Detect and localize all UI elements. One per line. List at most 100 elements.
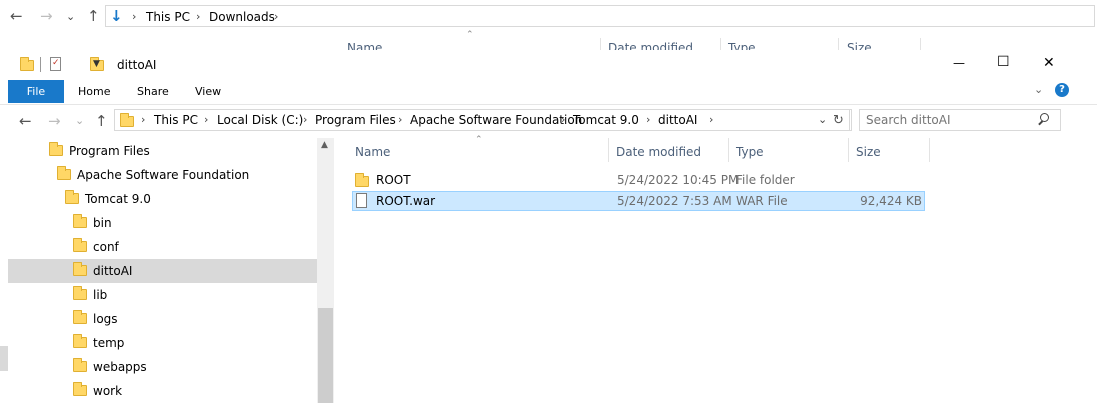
- tree-item-label: Apache Software Foundation: [77, 168, 250, 182]
- tree-item-logs[interactable]: logs: [0, 307, 317, 331]
- scrollbar-thumb[interactable]: [318, 308, 333, 403]
- tree-item-label: temp: [93, 336, 125, 350]
- back-arrow-icon[interactable]: ←: [10, 8, 23, 24]
- folder-icon: [73, 238, 87, 252]
- left-edge-marker: [0, 346, 8, 371]
- folder-icon: [73, 358, 87, 372]
- header-date-modified[interactable]: Date modified: [616, 145, 701, 159]
- tab-file-label: File: [26, 85, 46, 98]
- sort-indicator-icon: ⌃: [475, 135, 483, 145]
- breadcrumb-local-disk[interactable]: Local Disk (C:): [217, 113, 303, 127]
- bg-breadcrumb-this-pc[interactable]: This PC: [146, 10, 190, 24]
- help-icon[interactable]: ?: [1055, 83, 1069, 97]
- search-input[interactable]: [866, 112, 1036, 128]
- tab-file[interactable]: File: [8, 80, 64, 103]
- file-type: WAR File: [736, 194, 788, 208]
- back-arrow-icon[interactable]: ←: [19, 113, 32, 129]
- up-arrow-icon[interactable]: ↑: [87, 8, 100, 24]
- tab-home[interactable]: Home: [78, 85, 110, 98]
- header-type[interactable]: Type: [736, 145, 764, 159]
- tab-share[interactable]: Share: [137, 85, 169, 98]
- bg-header-type[interactable]: Type: [728, 41, 756, 50]
- tree-item-label: lib: [93, 288, 108, 302]
- breadcrumb-this-pc[interactable]: This PC: [154, 113, 198, 127]
- tree-item-label: webapps: [93, 360, 147, 374]
- folder-icon: [73, 382, 87, 396]
- breadcrumb-tomcat[interactable]: Tomcat 9.0: [573, 113, 639, 127]
- chevron-right-icon: ›: [132, 10, 137, 23]
- bg-breadcrumb-downloads[interactable]: Downloads: [209, 10, 275, 24]
- search-box[interactable]: [859, 109, 1061, 131]
- divider: [40, 57, 41, 72]
- chevron-right-icon: ›: [709, 113, 714, 126]
- chevron-right-icon: ›: [398, 113, 403, 126]
- tree-item-bin[interactable]: bin: [0, 211, 317, 235]
- file-date: 5/24/2022 10:45 PM: [617, 173, 739, 187]
- tree-item-work[interactable]: work: [0, 379, 317, 403]
- background-window: ← → ⌄ ↑ ↓ › This PC › Downloads › ⌃ Name…: [0, 0, 1097, 50]
- file-row-root-war[interactable]: ROOT.war 5/24/2022 7:53 AM WAR File 92,4…: [352, 191, 925, 211]
- recent-locations-icon[interactable]: ⌄: [66, 10, 75, 23]
- refresh-button[interactable]: ↻: [828, 109, 850, 131]
- bg-address-bar[interactable]: ↓ › This PC › Downloads ›: [105, 5, 1095, 27]
- tree-item-label: Program Files: [69, 144, 150, 158]
- address-bar[interactable]: › This PC › Local Disk (C:) › Program Fi…: [114, 109, 852, 131]
- tree-item-lib[interactable]: lib: [0, 283, 317, 307]
- header-name[interactable]: Name: [355, 145, 390, 159]
- refresh-icon: ↻: [833, 113, 844, 128]
- tree-item-program-files[interactable]: Program Files: [0, 139, 317, 163]
- folder-icon: [120, 113, 134, 127]
- file-row-root[interactable]: ROOT 5/24/2022 10:45 PM File folder: [352, 170, 925, 190]
- minimize-button[interactable]: —: [953, 56, 965, 70]
- tree-item-webapps[interactable]: webapps: [0, 355, 317, 379]
- folder-icon: [57, 166, 71, 180]
- folder-icon: [73, 286, 87, 300]
- tree-item-label: work: [93, 384, 123, 398]
- tree-item-label: bin: [93, 216, 112, 230]
- folder-icon: [20, 57, 34, 71]
- folder-icon: [73, 214, 87, 228]
- tree-item-label: Tomcat 9.0: [85, 192, 151, 206]
- file-icon: [356, 193, 367, 208]
- close-button[interactable]: ✕: [1043, 55, 1055, 71]
- tab-view[interactable]: View: [195, 85, 221, 98]
- chevron-right-icon: ›: [274, 10, 279, 23]
- chevron-right-icon: ›: [204, 113, 209, 126]
- tree-item-dittoai[interactable]: dittoAI: [8, 259, 317, 283]
- up-arrow-icon[interactable]: ↑: [95, 113, 108, 129]
- tree-item-conf[interactable]: conf: [0, 235, 317, 259]
- title-bar: ✓ ▼ dittoAI — ☐ ✕: [0, 50, 1097, 78]
- bg-header-name[interactable]: Name: [347, 41, 382, 50]
- tree-item-tomcat[interactable]: Tomcat 9.0: [0, 187, 317, 211]
- downloads-icon: ↓: [110, 7, 123, 25]
- breadcrumb-apache-software-foundation[interactable]: Apache Software Foundation: [410, 113, 582, 127]
- file-date: 5/24/2022 7:53 AM: [617, 194, 732, 208]
- tree-item-label: conf: [93, 240, 119, 254]
- folder-icon: [73, 310, 87, 324]
- recent-locations-icon[interactable]: ⌄: [75, 114, 84, 127]
- forward-arrow-icon[interactable]: →: [40, 8, 53, 24]
- file-size: 92,424 KB: [860, 194, 922, 208]
- customize-toolbar-icon[interactable]: ▼: [93, 59, 100, 69]
- maximize-button[interactable]: ☐: [997, 54, 1010, 70]
- nav-scrollbar[interactable]: ▲: [317, 138, 334, 403]
- bg-header-date[interactable]: Date modified: [608, 41, 693, 50]
- properties-icon[interactable]: ✓: [50, 57, 61, 71]
- address-dropdown-icon[interactable]: ⌄: [818, 113, 827, 126]
- tree-item-label: dittoAI: [93, 264, 133, 278]
- bg-header-size[interactable]: Size: [847, 41, 872, 50]
- explorer-window: ✓ ▼ dittoAI — ☐ ✕ File Home Share View ⌄…: [0, 50, 1097, 403]
- forward-arrow-icon[interactable]: →: [48, 113, 61, 129]
- bg-column-headers: Name Date modified Type Size: [330, 38, 1097, 50]
- folder-icon: [73, 334, 87, 348]
- breadcrumb-dittoai[interactable]: dittoAI: [658, 113, 697, 127]
- tree-item-apache-software-foundation[interactable]: Apache Software Foundation: [0, 163, 317, 187]
- scroll-up-icon[interactable]: ▲: [321, 140, 328, 150]
- header-size[interactable]: Size: [856, 145, 881, 159]
- expand-ribbon-icon[interactable]: ⌄: [1034, 83, 1043, 96]
- file-list: ⌃ Name Date modified Type Size ROOT 5/24…: [340, 135, 1097, 403]
- breadcrumb-program-files[interactable]: Program Files: [315, 113, 396, 127]
- tree-item-temp[interactable]: temp: [0, 331, 317, 355]
- navigation-bar: ← → ⌄ ↑ › This PC › Local Disk (C:) › Pr…: [0, 108, 1097, 134]
- chevron-right-icon: ›: [196, 10, 201, 23]
